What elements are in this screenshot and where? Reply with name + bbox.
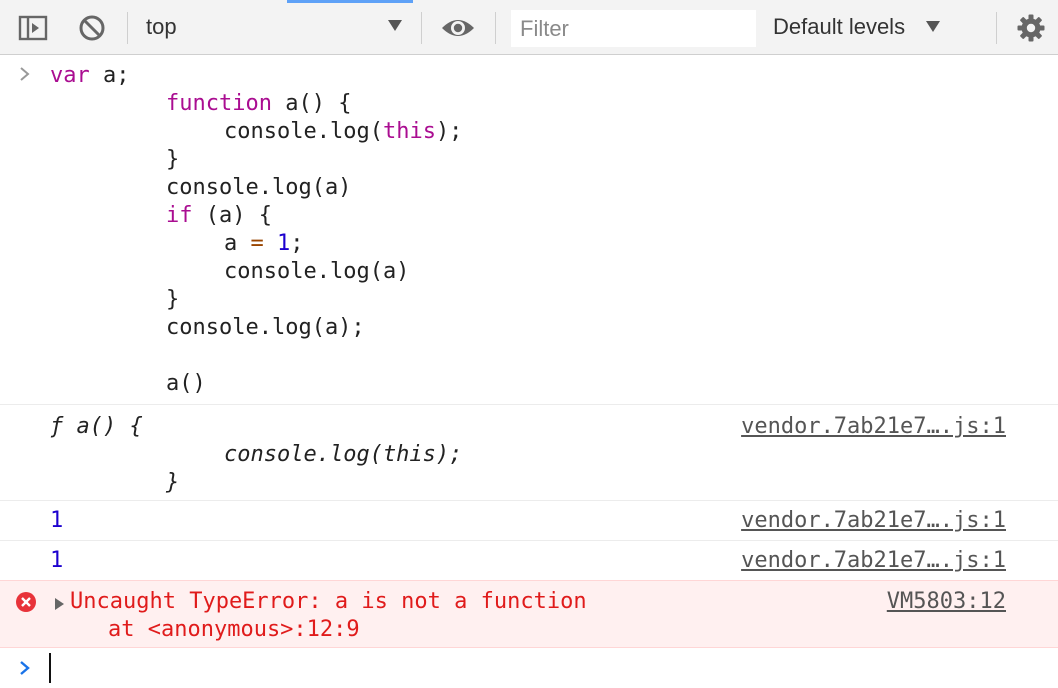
text-cursor: [49, 653, 51, 683]
console-input-echo: var a; function a() { console.log(this);…: [0, 56, 1058, 405]
log-value: 1: [50, 548, 64, 573]
error-message: Uncaught TypeError: a is not a function: [70, 589, 587, 614]
toggle-sidebar-icon[interactable]: [14, 0, 52, 55]
clear-console-icon[interactable]: [76, 0, 108, 55]
source-link[interactable]: vendor.7ab21e7….js:1: [741, 547, 1006, 575]
context-selector[interactable]: top: [138, 0, 410, 55]
code-line: if (a) {: [166, 203, 272, 228]
chevron-down-icon: [388, 20, 402, 31]
output-line: console.log(this);: [224, 442, 463, 467]
eye-icon[interactable]: [438, 0, 478, 55]
log-value: 1: [50, 508, 64, 533]
log-levels-dropdown[interactable]: Default levels: [765, 0, 955, 55]
source-link[interactable]: vendor.7ab21e7….js:1: [741, 413, 1006, 441]
code-line: a(): [166, 371, 206, 396]
output-line: ƒ a() {: [50, 414, 143, 439]
error-icon: [15, 591, 37, 617]
gear-icon[interactable]: [1014, 0, 1048, 55]
console-message-error: Uncaught TypeError: a is not a function …: [0, 580, 1058, 648]
code-line: console.log(a);: [166, 315, 365, 340]
source-link[interactable]: vendor.7ab21e7….js:1: [741, 507, 1006, 535]
code-line: a = 1;: [224, 231, 304, 256]
console-toolbar: top Default levels: [0, 0, 1058, 55]
output-line: }: [166, 470, 180, 495]
code-line: var a;: [50, 63, 130, 88]
code-line: console.log(this);: [224, 119, 463, 144]
toolbar-divider: [996, 12, 997, 44]
context-label: top: [146, 14, 177, 39]
toolbar-divider: [495, 12, 496, 44]
code-line: console.log(a): [224, 259, 410, 284]
chevron-right-icon: [18, 64, 32, 88]
console-prompt[interactable]: [0, 648, 1058, 688]
code-line: }: [166, 147, 180, 172]
toolbar-divider: [421, 12, 422, 44]
source-link[interactable]: VM5803:12: [887, 588, 1006, 616]
toolbar-divider: [127, 12, 128, 44]
error-trace: at <anonymous>:12:9: [108, 617, 360, 642]
caret-down-icon: [926, 21, 940, 32]
code-line: function a() {: [166, 91, 352, 116]
code-line: console.log(a): [166, 175, 352, 200]
console-message-log: 1 vendor.7ab21e7….js:1: [0, 501, 1058, 541]
filter-input[interactable]: [511, 10, 756, 47]
console-message-log: 1 vendor.7ab21e7….js:1: [0, 541, 1058, 581]
expand-triangle-icon[interactable]: [54, 596, 66, 615]
prompt-chevron-icon: [18, 658, 32, 682]
console-message-function: ƒ a() { console.log(this); } vendor.7ab2…: [0, 405, 1058, 501]
log-levels-label: Default levels: [773, 14, 906, 39]
code-line: }: [166, 287, 180, 312]
